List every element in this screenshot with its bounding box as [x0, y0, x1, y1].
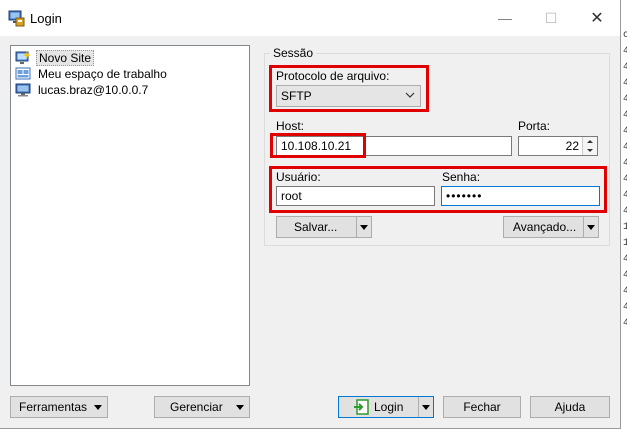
background-strip-char: 4 [623, 94, 627, 105]
background-strip-char: 4 [623, 110, 627, 121]
tools-button[interactable]: Ferramentas [10, 396, 108, 418]
login-icon [354, 399, 369, 415]
dropdown-arrow-icon [94, 405, 102, 410]
maximize-button[interactable]: ☐ [528, 0, 574, 36]
tree-item-workspace[interactable]: Meu espaço de trabalho [15, 66, 169, 82]
background-strip-char: c [623, 30, 627, 41]
background-strip-char: 4 [623, 190, 627, 201]
advanced-label: Avançado... [513, 220, 577, 234]
title-bar[interactable]: Login — ☐ ✕ [0, 0, 620, 36]
port-label: Porta: [518, 119, 551, 133]
background-strip-char: 4 [623, 126, 627, 137]
save-dropdown-arrow[interactable] [356, 217, 371, 237]
dropdown-arrow-icon [360, 224, 368, 230]
tree-item-label: Meu espaço de trabalho [38, 67, 167, 81]
minimize-button[interactable]: — [482, 0, 528, 36]
advanced-button[interactable]: Avançado... [503, 216, 599, 238]
port-input[interactable]: 22 [518, 136, 598, 156]
new-site-icon [15, 51, 31, 64]
advanced-dropdown-arrow[interactable] [583, 217, 598, 237]
spin-down-icon[interactable] [586, 147, 594, 154]
save-label: Salvar... [294, 220, 338, 234]
computer-icon [15, 83, 31, 97]
manage-label: Gerenciar [170, 400, 223, 414]
workspace-icon [15, 67, 31, 80]
tree-item-new-site[interactable]: Novo Site [15, 50, 95, 66]
background-strip-char: 4 [623, 78, 627, 89]
protocol-highlight [269, 65, 429, 112]
window-title: Login [30, 11, 62, 26]
port-value: 22 [565, 139, 579, 153]
dropdown-arrow-icon [587, 224, 595, 230]
background-strip-char: 1 [623, 238, 627, 249]
save-button[interactable]: Salvar... [276, 216, 372, 238]
background-strip-char: 1 [623, 222, 627, 233]
dropdown-arrow-icon [422, 404, 430, 410]
tree-item-label: Novo Site [36, 50, 95, 66]
winscp-app-icon [8, 10, 25, 27]
manage-button[interactable]: Gerenciar [154, 396, 250, 418]
session-legend: Sessão [270, 46, 317, 60]
background-strip-char: 4 [623, 302, 627, 313]
help-label: Ajuda [554, 400, 586, 414]
tree-item-label: lucas.braz@10.0.0.7 [38, 83, 149, 97]
background-strip-char: 4 [623, 318, 627, 329]
login-label: Login [374, 400, 404, 414]
background-strip-char: 4 [623, 46, 627, 57]
login-window: Login — ☐ ✕ Novo Site Meu espaço de trab… [0, 0, 621, 429]
background-strip-char: 4 [623, 206, 627, 217]
background-strip-char: 4 [623, 142, 627, 153]
close-label: Fechar [463, 400, 501, 414]
close-dialog-button[interactable]: Fechar [443, 396, 521, 418]
tools-label: Ferramentas [19, 400, 88, 414]
help-button[interactable]: Ajuda [530, 396, 610, 418]
site-tree[interactable]: Novo Site Meu espaço de trabalho lucas.b… [10, 45, 250, 386]
dropdown-arrow-icon [236, 405, 244, 410]
background-strip-char: 4 [623, 270, 627, 281]
background-strip-char: 4 [623, 174, 627, 185]
background-strip-char: 4 [623, 158, 627, 169]
host-label: Host: [276, 119, 305, 133]
spin-up-icon[interactable] [586, 138, 594, 145]
tree-item-saved-site[interactable]: lucas.braz@10.0.0.7 [15, 82, 150, 98]
background-strip-char: 4 [623, 62, 627, 73]
background-window-strip: c 4 4 4 4 4 4 4 4 4 4 4 1 1 4 4 4 4 4 [620, 0, 627, 429]
background-strip-char: 4 [623, 254, 627, 265]
login-dropdown-arrow[interactable] [418, 397, 433, 417]
close-button[interactable]: ✕ [574, 0, 620, 36]
login-button[interactable]: Login [338, 396, 434, 418]
host-highlight [270, 133, 366, 158]
port-spinner[interactable] [582, 137, 597, 155]
background-strip-char: 4 [623, 286, 627, 297]
credentials-highlight [269, 166, 607, 213]
